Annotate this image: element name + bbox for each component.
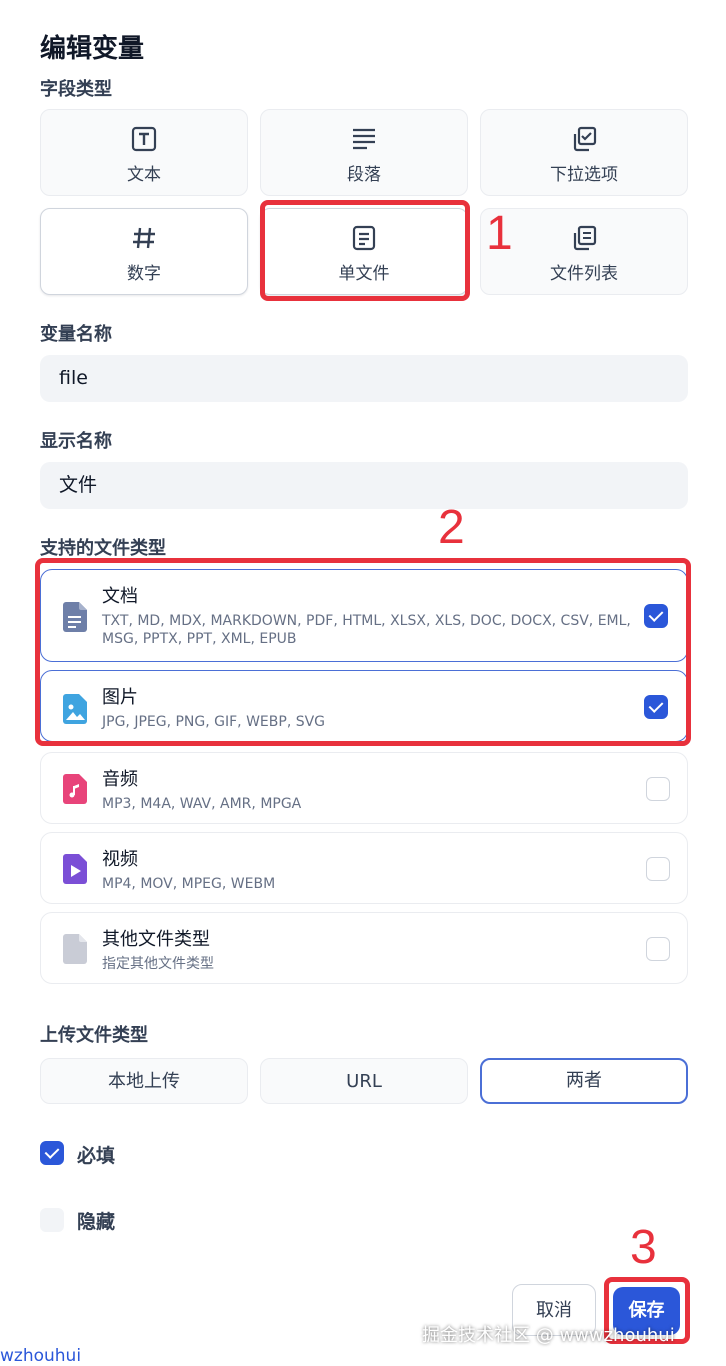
dropdown-icon (481, 126, 687, 152)
annotation-box-1 (260, 200, 470, 301)
hidden-checkbox[interactable] (40, 1208, 64, 1232)
hidden-label: 隐藏 (77, 1211, 116, 1233)
upload-option-both[interactable]: 两者 (480, 1058, 688, 1104)
var-name-input[interactable]: file (40, 355, 688, 402)
field-type-dropdown-label: 下拉选项 (550, 165, 618, 185)
annotation-box-2 (35, 558, 691, 746)
paragraph-icon (261, 126, 467, 152)
video-icon (63, 854, 89, 884)
field-type-paragraph[interactable]: 段落 (260, 109, 468, 196)
file-type-audio-name: 音频 (102, 769, 138, 790)
display-name-input[interactable]: 文件 (40, 462, 688, 509)
field-type-paragraph-label: 段落 (347, 165, 381, 185)
annotation-number-3: 3 (630, 1221, 657, 1274)
file-type-other-name: 其他文件类型 (102, 929, 210, 950)
hash-icon (41, 225, 247, 251)
file-type-video-checkbox[interactable] (646, 857, 670, 881)
other-file-icon (63, 934, 89, 964)
var-name-label: 变量名称 (40, 324, 112, 345)
annotation-number-1: 1 (486, 207, 513, 260)
watermark: 掘金技术社区 @ wwwzhouhui (422, 1325, 675, 1346)
field-type-number[interactable]: 数字 (40, 208, 248, 295)
display-name-label: 显示名称 (40, 431, 112, 452)
field-type-file-list-label: 文件列表 (550, 264, 618, 284)
file-type-audio[interactable]: 音频 MP3, M4A, WAV, AMR, MPGA (40, 752, 688, 824)
field-type-text[interactable]: 文本 (40, 109, 248, 196)
field-type-number-label: 数字 (127, 264, 161, 284)
required-checkbox[interactable] (40, 1141, 64, 1165)
text-icon (41, 126, 247, 152)
annotation-number-2: 2 (438, 501, 465, 554)
field-type-text-label: 文本 (127, 165, 161, 185)
upload-type-label: 上传文件类型 (40, 1025, 148, 1046)
dialog-title: 编辑变量 (40, 34, 145, 64)
upload-option-local[interactable]: 本地上传 (40, 1058, 248, 1104)
field-type-label: 字段类型 (40, 79, 112, 100)
edit-variable-dialog: 编辑变量 字段类型 文本 段落 下拉选项 数字 单文件 文件列表 变量名称 fi… (0, 0, 726, 1366)
file-type-video[interactable]: 视频 MP4, MOV, MPEG, WEBM (40, 832, 688, 904)
file-type-video-desc: MP4, MOV, MPEG, WEBM (102, 876, 276, 892)
file-type-video-name: 视频 (102, 849, 138, 870)
file-type-audio-checkbox[interactable] (646, 777, 670, 801)
watermark-bottom-left: wzhouhui (0, 1346, 82, 1366)
audio-icon (63, 774, 89, 804)
required-label: 必填 (77, 1145, 116, 1167)
file-type-audio-desc: MP3, M4A, WAV, AMR, MPGA (102, 796, 302, 812)
file-type-other-checkbox[interactable] (646, 937, 670, 961)
field-type-dropdown[interactable]: 下拉选项 (480, 109, 688, 196)
supported-types-label: 支持的文件类型 (40, 538, 166, 559)
file-type-other-desc: 指定其他文件类型 (102, 956, 214, 972)
upload-option-url[interactable]: URL (260, 1058, 468, 1104)
file-type-other[interactable]: 其他文件类型 指定其他文件类型 (40, 912, 688, 984)
